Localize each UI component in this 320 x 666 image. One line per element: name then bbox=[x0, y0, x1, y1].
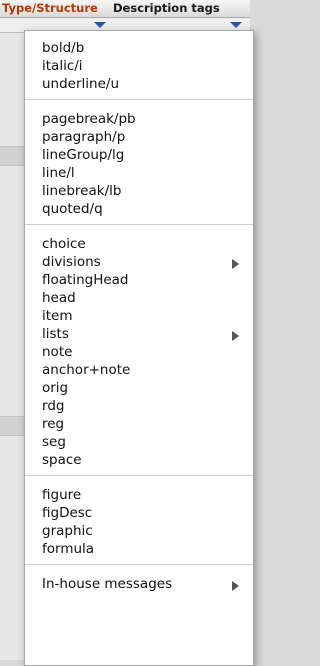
menu-item-italic-i[interactable]: italic/i bbox=[42, 58, 238, 74]
menu-item-quoted-q[interactable]: quoted/q bbox=[42, 201, 238, 217]
menu-item-orig[interactable]: orig bbox=[42, 380, 238, 396]
tab-type-structure[interactable]: Type/Structure bbox=[2, 0, 98, 17]
menu-item-reg[interactable]: reg bbox=[42, 416, 238, 432]
menu-item-in-house-messages[interactable]: In-house messages bbox=[42, 576, 238, 592]
tab-bar: Type/Structure Description tags bbox=[0, 0, 250, 18]
menu-item-rdg[interactable]: rdg bbox=[42, 398, 238, 414]
triangle-down-icon bbox=[230, 22, 242, 28]
menu-item-item[interactable]: item bbox=[42, 308, 238, 324]
triangle-right-icon bbox=[232, 331, 239, 341]
menu-item-divisions[interactable]: divisions bbox=[42, 254, 238, 270]
menu-item-underline-u[interactable]: underline/u bbox=[42, 76, 238, 92]
menu-item-paragraph-p[interactable]: paragraph/p bbox=[42, 129, 238, 145]
menu-item-formula[interactable]: formula bbox=[42, 541, 238, 557]
triangle-down-icon bbox=[94, 22, 106, 28]
menu-item-head[interactable]: head bbox=[42, 290, 238, 306]
menu-separator bbox=[25, 475, 253, 476]
menu-item-note[interactable]: note bbox=[42, 344, 238, 360]
popup-menu: bold/b italic/i underline/u pagebreak/pb par… bbox=[24, 30, 254, 666]
triangle-right-icon bbox=[232, 581, 239, 591]
tab-description-tags[interactable]: Description tags bbox=[113, 0, 220, 17]
menu-item-space[interactable]: space bbox=[42, 452, 238, 468]
menu-separator bbox=[25, 564, 253, 565]
menu-item-anchor-note[interactable]: anchor+note bbox=[42, 362, 238, 378]
menu-item-line-l[interactable]: line/l bbox=[42, 165, 238, 181]
menu-item-floatinghead[interactable]: floatingHead bbox=[42, 272, 238, 288]
menu-item-lists[interactable]: lists bbox=[42, 326, 238, 342]
menu-item-linegroup-lg[interactable]: lineGroup/lg bbox=[42, 147, 238, 163]
menu-item-bold-b[interactable]: bold/b bbox=[42, 40, 238, 56]
triangle-right-icon bbox=[232, 259, 239, 269]
menu-separator bbox=[25, 224, 253, 225]
menu-item-figdesc[interactable]: figDesc bbox=[42, 505, 238, 521]
menu-item-choice[interactable]: choice bbox=[42, 236, 238, 252]
menu-item-seg[interactable]: seg bbox=[42, 434, 238, 450]
menu-item-graphic[interactable]: graphic bbox=[42, 523, 238, 539]
menu-item-figure[interactable]: figure bbox=[42, 487, 238, 503]
menu-separator bbox=[25, 99, 253, 100]
menu-item-linebreak-lb[interactable]: linebreak/lb bbox=[42, 183, 238, 199]
menu-item-pagebreak-pb[interactable]: pagebreak/pb bbox=[42, 111, 238, 127]
